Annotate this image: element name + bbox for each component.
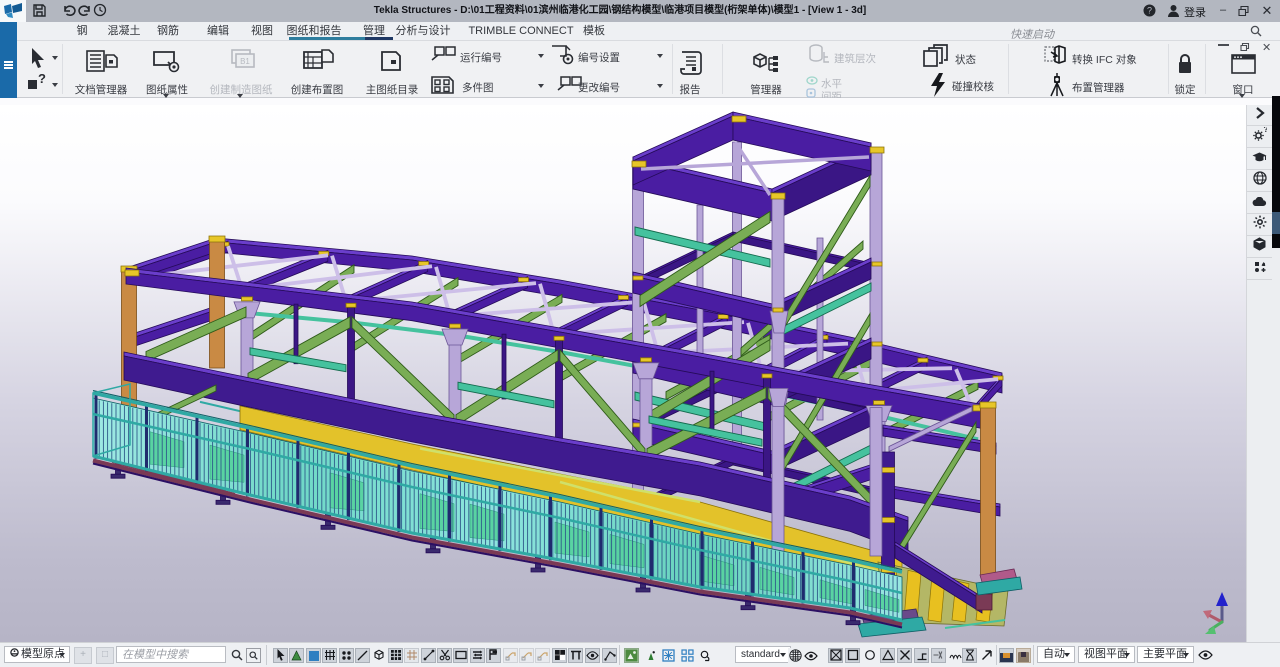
- svg-text:B1: B1: [240, 57, 250, 66]
- svg-text:?: ?: [1147, 6, 1152, 16]
- svg-text:?: ?: [1263, 127, 1267, 134]
